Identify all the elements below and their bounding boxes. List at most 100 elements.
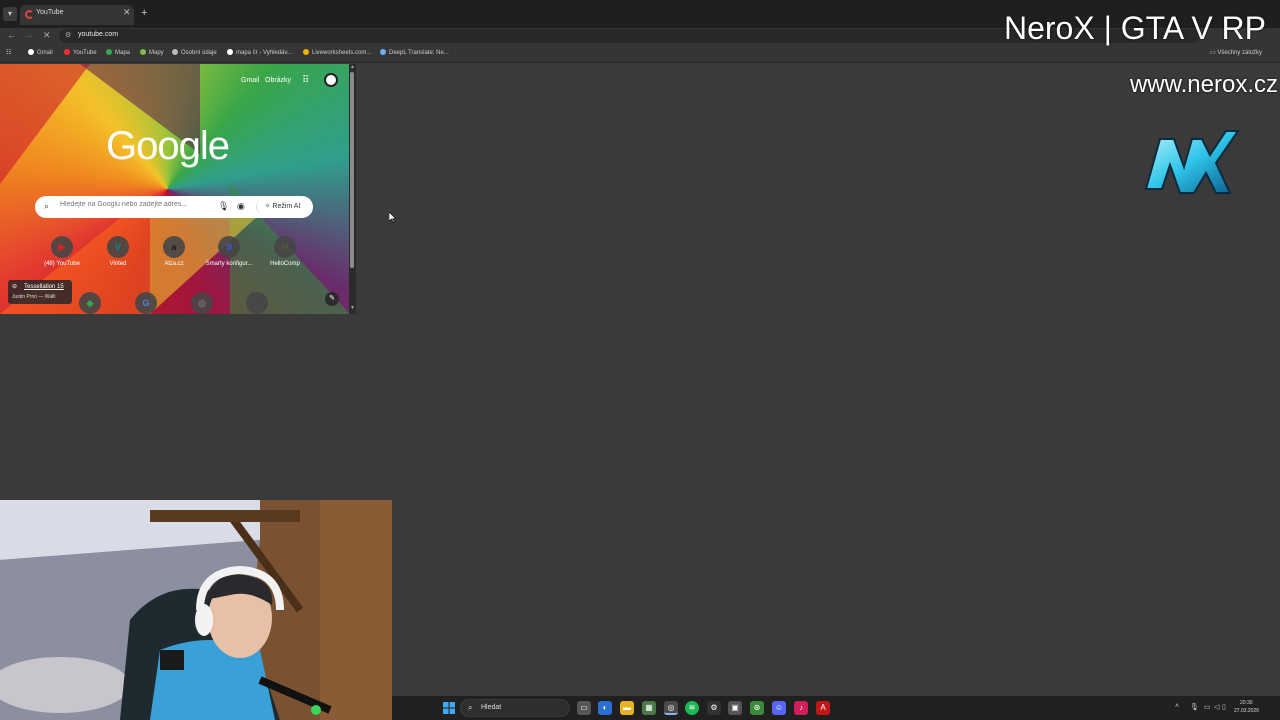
clock-date[interactable]: 27.03.2026: [1234, 708, 1259, 714]
bookmark-item[interactable]: Gmail: [28, 49, 53, 56]
tab-search-button[interactable]: ▾: [3, 7, 17, 21]
xbox-icon[interactable]: ⊛: [750, 701, 764, 715]
app-window-icon[interactable]: ▣: [728, 701, 742, 715]
shortcut-tile[interactable]: H HelloComp: [260, 236, 310, 267]
new-tab-button[interactable]: +: [141, 7, 147, 19]
bookmark-label: Mapy: [149, 50, 164, 56]
shortcut-tile[interactable]: ▶ (48) YouTube: [37, 236, 87, 267]
wallpaper-facet: [0, 64, 90, 184]
google-apps-icon[interactable]: ⠿: [302, 75, 309, 86]
bookmark-favicon-icon: [140, 49, 146, 55]
tiktok-icon[interactable]: ♪: [794, 701, 808, 715]
camera-lens-icon[interactable]: ◉: [237, 201, 245, 212]
scroll-up-icon[interactable]: ▲: [350, 64, 355, 70]
bookmarks-bar: ☷ Gmail YouTube Mapa Mapy Osobní údaje mapa č…: [0, 45, 1280, 63]
steam-icon[interactable]: ⚙: [707, 701, 721, 715]
gmail-link[interactable]: Gmail: [241, 77, 259, 84]
shortcut-favicon-icon: G: [135, 292, 157, 314]
scroll-down-icon[interactable]: ▼: [350, 305, 355, 311]
images-link[interactable]: Obrázky: [265, 77, 291, 84]
tab-title: YouTube: [36, 9, 64, 16]
shortcut-favicon-icon: H: [274, 236, 296, 258]
all-bookmarks-folder[interactable]: ▭ Všechny záložky: [1210, 49, 1262, 56]
microphone-tray-icon[interactable]: 🎙: [1190, 703, 1199, 711]
shortcut-tile[interactable]: ◆: [65, 292, 115, 314]
new-tab-page: Gmail Obrázky ⠿ Google ⌕ 🎙 ◉ ✧ Režim AI …: [0, 64, 349, 314]
bookmark-favicon-icon: [64, 49, 70, 55]
windows-taskbar: ⌕ Hledat ▭ ◐ ▬ ▦ ◎ ≋ ⚙ ▣ ⊛ ☺ ♪ A ˄ 🎙 ▭ ◁…: [392, 696, 1280, 720]
bookmark-item[interactable]: DeepL Translate: Ne...: [380, 49, 449, 56]
chrome-icon[interactable]: ◎: [664, 701, 678, 715]
bookmark-favicon-icon: [106, 49, 112, 55]
search-input[interactable]: [60, 201, 210, 208]
stop-loading-icon[interactable]: ✕: [43, 30, 51, 41]
back-icon[interactable]: ←: [7, 30, 16, 40]
tray-overflow-icon[interactable]: ˄: [1175, 703, 1179, 710]
url-text[interactable]: youtube.com: [78, 31, 118, 38]
shortcut-tile[interactable]: ◎: [177, 292, 227, 314]
bookmark-label: Osobní údaje: [181, 50, 217, 56]
task-view-icon[interactable]: ▭: [577, 701, 591, 715]
search-icon: ⌕: [44, 201, 50, 211]
bookmark-favicon-icon: [303, 49, 309, 55]
bookmark-label: YouTube: [73, 50, 97, 56]
battery-icon[interactable]: ▯: [1222, 703, 1226, 711]
wallpaper-title[interactable]: Tessellation 15: [24, 284, 64, 290]
microphone-icon[interactable]: 🎙: [218, 201, 229, 212]
shortcut-favicon-icon: ◎: [191, 292, 213, 314]
discord-icon[interactable]: ☺: [772, 701, 786, 715]
tab-youtube[interactable]: YouTube ✕: [20, 5, 134, 25]
page-scrollbar[interactable]: ▲ ▼: [349, 64, 356, 314]
shortcut-favicon-icon: ◆: [79, 292, 101, 314]
search-icon: ⌕: [468, 703, 473, 712]
taskbar-search-box[interactable]: ⌕ Hledat: [460, 699, 570, 717]
network-icon[interactable]: ▭: [1204, 703, 1211, 711]
bookmark-item[interactable]: mapa čr - Vyhledáv...: [227, 49, 292, 56]
apps-grid-icon[interactable]: ☷: [6, 49, 11, 56]
shortcut-tile[interactable]: G: [121, 292, 171, 314]
shortcut-tile[interactable]: +: [232, 292, 282, 314]
bookmark-label: DeepL Translate: Ne...: [389, 50, 449, 56]
bookmark-label: Mapa: [115, 50, 131, 56]
taskbar-search-label: Hledat: [481, 704, 502, 711]
scrollbar-thumb[interactable]: [350, 72, 354, 268]
bookmark-favicon-icon: [28, 49, 34, 55]
windows-start-icon[interactable]: [443, 702, 455, 714]
shortcut-tile[interactable]: S Smarty konfigur...: [204, 236, 254, 267]
close-tab-icon[interactable]: ✕: [123, 7, 131, 18]
adobe-icon[interactable]: A: [816, 701, 830, 715]
clock-time[interactable]: 20:30: [1240, 700, 1253, 706]
wallpaper-credit[interactable]: ⊖ Tessellation 15 Justin Prno — Walli: [8, 280, 72, 304]
customize-pencil-icon[interactable]: ✎: [325, 292, 339, 306]
store-icon[interactable]: ▦: [642, 701, 656, 715]
copilot-icon[interactable]: ◐: [598, 701, 612, 715]
account-avatar[interactable]: [324, 73, 338, 87]
bookmark-favicon-icon: [172, 49, 178, 55]
search-box[interactable]: ⌕ 🎙 ◉ ✧ Režim AI: [35, 196, 313, 218]
bookmark-item[interactable]: Liveworksheets.com...: [303, 49, 371, 56]
bookmark-label: Liveworksheets.com...: [312, 50, 372, 56]
ai-mode-label: Režim AI: [272, 203, 301, 210]
shortcut-tile[interactable]: a Alza.cz: [149, 236, 199, 267]
shortcut-favicon-icon: S: [218, 236, 240, 258]
bookmark-item[interactable]: Mapa: [106, 49, 130, 56]
site-info-icon[interactable]: ⚙: [65, 31, 71, 39]
bookmark-item[interactable]: Osobní údaje: [172, 49, 217, 56]
bookmark-favicon-icon: [380, 49, 386, 55]
all-bookmarks-label: Všechny záložky: [1217, 50, 1263, 56]
bookmark-label: mapa čr - Vyhledáv...: [236, 50, 293, 56]
webcam-feed: [0, 500, 392, 720]
file-explorer-icon[interactable]: ▬: [620, 701, 634, 715]
shortcut-label: Vinted: [109, 261, 127, 267]
forward-icon[interactable]: →: [24, 30, 33, 40]
shortcut-tile[interactable]: V Vinted: [93, 236, 143, 267]
link-icon: ⊖: [12, 284, 18, 290]
bookmark-item[interactable]: YouTube: [64, 49, 97, 56]
volume-icon[interactable]: ◁: [1214, 703, 1219, 711]
bookmark-item[interactable]: Mapy: [140, 49, 164, 56]
nerox-logo-icon: [1144, 130, 1240, 194]
shortcut-label: Smarty konfigur...: [205, 261, 253, 267]
ai-mode-button[interactable]: ✧ Režim AI: [256, 199, 308, 215]
shortcut-favicon-icon: V: [107, 236, 129, 258]
spotify-icon[interactable]: ≋: [685, 701, 699, 715]
